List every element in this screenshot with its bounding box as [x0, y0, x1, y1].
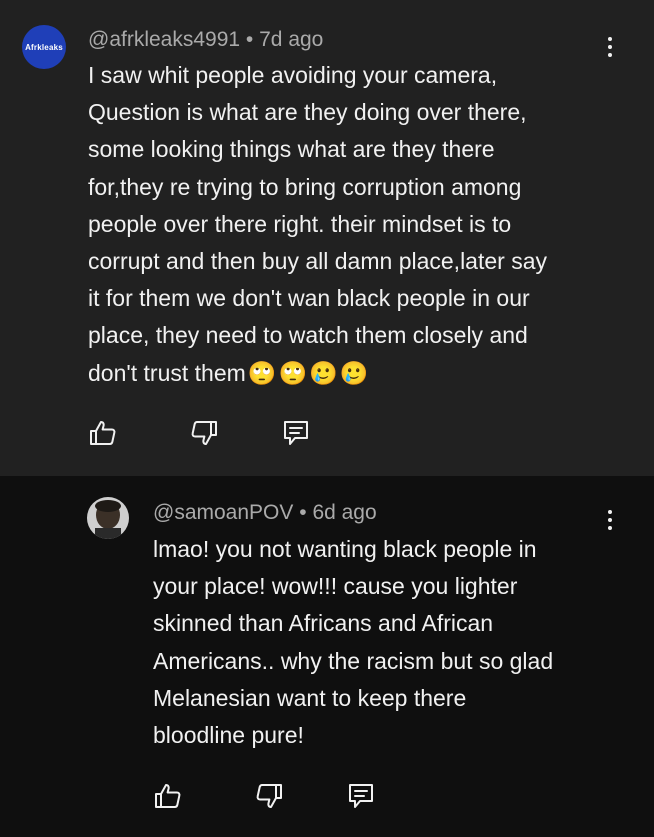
reply-button[interactable]: [346, 781, 376, 811]
comment-author[interactable]: @afrkleaks4991: [88, 28, 240, 51]
like-button[interactable]: [88, 418, 118, 448]
comment-line: skinned than Africans and African: [153, 610, 494, 637]
comment-line: place, they need to watch them closely a…: [88, 322, 528, 349]
more-vert-icon[interactable]: [600, 506, 620, 534]
reply-comment: @samoanPOV • 6d ago lmao! you not wantin…: [0, 476, 654, 837]
comment-line: people over there right. their mindset i…: [88, 210, 512, 237]
thumbs-up-icon: [90, 421, 116, 445]
face-rolling-eyes-emoji: 🙄: [247, 359, 277, 386]
comment-meta: @afrkleaks4991 • 7d ago: [88, 28, 323, 52]
comment-line-last: don't trust them🙄🙄🥲🥲: [88, 355, 618, 392]
like-button[interactable]: [153, 781, 183, 811]
comment-line: Americans.. why the racism but so glad: [153, 647, 554, 674]
comment-time[interactable]: 6d ago: [312, 501, 376, 524]
comment-line: lmao! you not wanting black people in: [153, 536, 537, 562]
thumbs-up-icon: [155, 784, 181, 808]
reply-icon: [349, 784, 373, 808]
thumbs-down-icon: [191, 421, 217, 445]
reply-icon: [284, 421, 308, 445]
avatar[interactable]: [87, 497, 129, 539]
avatar[interactable]: Afrkleaks: [22, 25, 66, 69]
comment-line: some looking things what are they there: [88, 136, 495, 163]
comment-line: bloodline pure!: [153, 722, 304, 749]
face-rolling-eyes-emoji: 🙄: [278, 359, 308, 386]
comment-line: Question is what are they doing over the…: [88, 99, 527, 126]
smiling-face-with-tear-emoji: 🥲: [309, 359, 338, 386]
dislike-button[interactable]: [189, 418, 219, 448]
comment-line: Melanesian want to keep there: [153, 684, 467, 711]
comment-line: it for them we don't wan black people in…: [88, 285, 530, 312]
comment-text: lmao! you not wanting black people in yo…: [153, 531, 623, 754]
comment-meta: @samoanPOV • 6d ago: [153, 501, 377, 525]
comment-line: for,they re trying to bring corruption a…: [88, 173, 522, 200]
comment-author[interactable]: @samoanPOV: [153, 501, 293, 524]
comment-line: corrupt and then buy all damn place,late…: [88, 248, 547, 275]
user-photo-icon: [87, 497, 129, 539]
comment: Afrkleaks @afrkleaks4991 • 7d ago I saw …: [0, 0, 654, 476]
comment-line: your place! wow!!! cause you lighter: [153, 573, 518, 600]
meta-separator: •: [299, 501, 307, 524]
dislike-button[interactable]: [254, 781, 284, 811]
thumbs-down-icon: [256, 784, 282, 808]
comment-time[interactable]: 7d ago: [259, 28, 323, 51]
comment-line: I saw whit people avoiding your camera,: [88, 62, 498, 88]
comment-text: I saw whit people avoiding your camera, …: [88, 57, 618, 392]
meta-separator: •: [245, 28, 254, 51]
comment-line-text: don't trust them: [88, 359, 246, 386]
reply-button[interactable]: [281, 418, 311, 448]
avatar-text: Afrkleaks: [25, 42, 63, 52]
smiling-face-with-tear-emoji: 🥲: [339, 359, 369, 386]
